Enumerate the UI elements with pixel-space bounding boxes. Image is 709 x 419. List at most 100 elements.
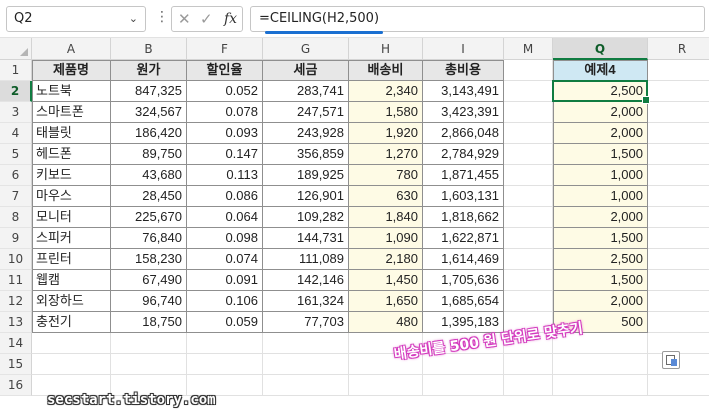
table-cell[interactable]: 0.074 [187,249,263,270]
empty-cell[interactable] [187,333,263,354]
row-header[interactable]: 14 [0,333,32,354]
table-cell[interactable]: 1,920 [349,123,423,144]
table-cell[interactable]: 96,740 [111,291,187,312]
empty-cell[interactable] [648,228,709,249]
table-cell[interactable]: 77,703 [263,312,349,333]
table-cell[interactable]: 충전기 [32,312,111,333]
empty-cell[interactable] [648,270,709,291]
more-options-icon[interactable]: ⋮ [155,9,169,25]
table-cell[interactable]: 키보드 [32,165,111,186]
row-header[interactable]: 13 [0,312,32,333]
result-cell[interactable]: 1,500 [553,270,648,291]
result-header-cell[interactable]: 예제4 [553,60,648,81]
table-cell[interactable]: 2,340 [349,81,423,102]
table-cell[interactable]: 헤드폰 [32,144,111,165]
empty-cell[interactable] [504,123,553,144]
table-cell[interactable]: 노트북 [32,81,111,102]
empty-cell[interactable] [648,144,709,165]
empty-cell[interactable] [504,228,553,249]
row-header[interactable]: 7 [0,186,32,207]
table-cell[interactable]: 1,603,131 [423,186,504,207]
column-header[interactable]: G [263,38,349,60]
empty-cell[interactable] [648,375,709,396]
table-cell[interactable]: 324,567 [111,102,187,123]
table-cell[interactable]: 161,324 [263,291,349,312]
table-cell[interactable]: 89,750 [111,144,187,165]
table-cell[interactable]: 630 [349,186,423,207]
table-cell[interactable]: 태블릿 [32,123,111,144]
row-header[interactable]: 4 [0,123,32,144]
table-cell[interactable]: 43,680 [111,165,187,186]
empty-cell[interactable] [504,60,553,81]
table-cell[interactable]: 1,818,662 [423,207,504,228]
row-header[interactable]: 3 [0,102,32,123]
table-cell[interactable]: 0.064 [187,207,263,228]
table-cell[interactable]: 스마트폰 [32,102,111,123]
result-cell[interactable]: 1,500 [553,228,648,249]
empty-cell[interactable] [504,270,553,291]
empty-cell[interactable] [32,354,111,375]
result-cell[interactable]: 2,000 [553,102,648,123]
formula-input[interactable]: =CEILING(H2,500) [250,6,705,34]
empty-cell[interactable] [648,249,709,270]
table-cell[interactable]: 1,650 [349,291,423,312]
empty-cell[interactable] [263,333,349,354]
table-cell[interactable]: 109,282 [263,207,349,228]
table-cell[interactable]: 28,450 [111,186,187,207]
table-cell[interactable]: 1,871,455 [423,165,504,186]
column-header[interactable]: F [187,38,263,60]
cancel-icon[interactable]: ✕ [178,10,191,28]
table-cell[interactable]: 마우스 [32,186,111,207]
column-header[interactable]: A [32,38,111,60]
table-cell[interactable]: 243,928 [263,123,349,144]
empty-cell[interactable] [648,81,709,102]
result-cell[interactable]: 1,000 [553,165,648,186]
empty-cell[interactable] [263,375,349,396]
result-cell[interactable]: 2,000 [553,123,648,144]
column-header[interactable]: M [504,38,553,60]
insert-function-icon[interactable]: fx [224,11,237,27]
table-cell[interactable]: 0.078 [187,102,263,123]
table-cell[interactable]: 0.147 [187,144,263,165]
empty-cell[interactable] [263,354,349,375]
row-header[interactable]: 10 [0,249,32,270]
table-cell[interactable]: 1,685,654 [423,291,504,312]
enter-icon[interactable]: ✓ [200,10,213,28]
table-cell[interactable]: 0.059 [187,312,263,333]
select-all-corner[interactable] [0,38,32,60]
table-cell[interactable]: 111,089 [263,249,349,270]
table-cell[interactable]: 스피커 [32,228,111,249]
table-cell[interactable]: 76,840 [111,228,187,249]
paste-options-icon[interactable] [662,351,680,369]
result-cell[interactable]: 1,500 [553,144,648,165]
table-cell[interactable]: 웹캠 [32,270,111,291]
table-cell[interactable]: 356,859 [263,144,349,165]
empty-cell[interactable] [504,81,553,102]
table-cell[interactable]: 프린터 [32,249,111,270]
table-cell[interactable]: 0.091 [187,270,263,291]
table-cell[interactable]: 2,180 [349,249,423,270]
table-cell[interactable]: 1,614,469 [423,249,504,270]
column-header[interactable]: Q [553,38,648,60]
table-cell[interactable]: 480 [349,312,423,333]
empty-cell[interactable] [504,165,553,186]
table-header-cell[interactable]: 세금 [263,60,349,81]
empty-cell[interactable] [648,123,709,144]
table-cell[interactable]: 189,925 [263,165,349,186]
table-cell[interactable]: 126,901 [263,186,349,207]
row-header[interactable]: 6 [0,165,32,186]
column-header[interactable]: H [349,38,423,60]
table-cell[interactable]: 780 [349,165,423,186]
table-cell[interactable]: 3,423,391 [423,102,504,123]
result-cell[interactable]: 2,500 [553,249,648,270]
table-header-cell[interactable]: 원가 [111,60,187,81]
table-cell[interactable]: 144,731 [263,228,349,249]
chevron-down-icon[interactable]: ⌄ [129,12,138,25]
table-cell[interactable]: 2,866,048 [423,123,504,144]
result-cell[interactable]: 2,000 [553,291,648,312]
column-header[interactable]: R [648,38,709,60]
empty-cell[interactable] [349,375,423,396]
table-cell[interactable]: 158,230 [111,249,187,270]
empty-cell[interactable] [648,102,709,123]
empty-cell[interactable] [648,291,709,312]
